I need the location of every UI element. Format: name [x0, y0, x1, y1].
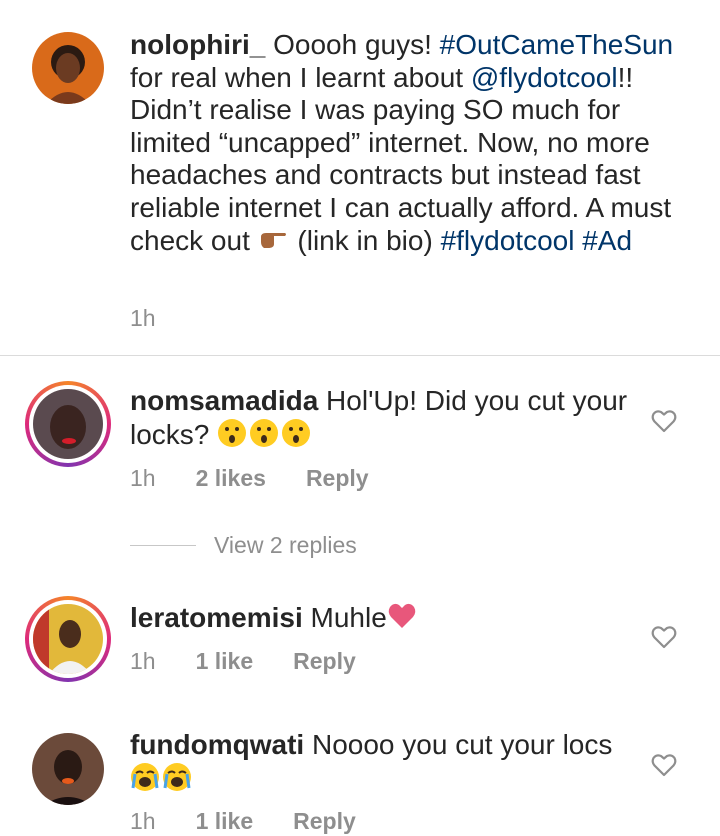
comment-text: fundomqwati Noooo you cut your locs — [130, 729, 650, 795]
heart-outline-icon[interactable] — [651, 753, 677, 777]
caption-text-part: for real when I learnt about — [130, 61, 471, 93]
comment-timestamp: 1h — [130, 808, 156, 834]
comment-avatar-ring[interactable] — [25, 381, 111, 467]
heart-outline-icon[interactable] — [651, 409, 677, 433]
avatar-photo — [33, 389, 103, 459]
comment-avatar — [33, 604, 103, 674]
comment-likes[interactable]: 2 likes — [196, 465, 266, 491]
comment-meta: 1h 1 like Reply — [130, 648, 396, 675]
comment-meta: 1h 1 like Reply — [130, 808, 396, 835]
mention-link[interactable]: @flydotcool — [471, 62, 618, 93]
view-replies-label: View 2 replies — [214, 531, 357, 558]
hashtag-link[interactable]: #flydotcool — [441, 225, 575, 256]
comment-text: leratomemisi Muhle — [130, 601, 650, 635]
caption-text-part: (link in bio) — [289, 225, 441, 256]
caption-avatar[interactable] — [32, 32, 104, 104]
comment-username[interactable]: fundomqwati — [130, 729, 304, 760]
comment-avatar-ring[interactable] — [25, 596, 111, 682]
comment-likes[interactable]: 1 like — [196, 808, 254, 834]
avatar-photo — [32, 32, 104, 104]
avatar-photo — [32, 733, 104, 805]
comment-timestamp: 1h — [130, 648, 156, 674]
red-heart-icon — [387, 602, 419, 633]
backhand-index-pointing-right-icon — [258, 224, 288, 254]
caption-text-part: Ooooh guys! — [265, 29, 440, 60]
comment-text: nomsamadida Hol'Up! Did you cut your loc… — [130, 385, 650, 451]
comment-meta: 1h 2 likes Reply — [130, 465, 409, 492]
caption-username[interactable]: nolophiri_ — [130, 29, 265, 60]
comment-avatar — [33, 389, 103, 459]
hashtag-link[interactable]: #OutCameTheSun — [440, 29, 673, 60]
reply-button[interactable]: Reply — [293, 808, 356, 834]
comment-username[interactable]: nomsamadida — [130, 385, 318, 416]
view-replies-button[interactable]: View 2 replies — [130, 530, 357, 560]
caption-divider — [0, 355, 720, 356]
comment-body: Muhle — [302, 602, 387, 633]
avatar-photo — [33, 604, 103, 674]
view-replies-divider — [130, 544, 196, 546]
caption-timestamp: 1h — [130, 305, 156, 331]
comment-body: Noooo you cut your locs — [304, 729, 613, 760]
loudly-crying-face-icon — [130, 762, 194, 794]
reply-button[interactable]: Reply — [293, 648, 356, 674]
caption-meta: 1h — [130, 305, 196, 332]
hashtag-link[interactable]: #Ad — [582, 225, 632, 256]
comment-likes[interactable]: 1 like — [196, 648, 254, 674]
caption-text: nolophiri_ Ooooh guys! #OutCameTheSun fo… — [130, 29, 680, 258]
comment-username[interactable]: leratomemisi — [130, 602, 303, 633]
face-with-open-mouth-icon — [217, 418, 313, 450]
comment-avatar[interactable] — [32, 733, 104, 805]
heart-outline-icon[interactable] — [651, 625, 677, 649]
reply-button[interactable]: Reply — [306, 465, 369, 491]
comment-timestamp: 1h — [130, 465, 156, 491]
